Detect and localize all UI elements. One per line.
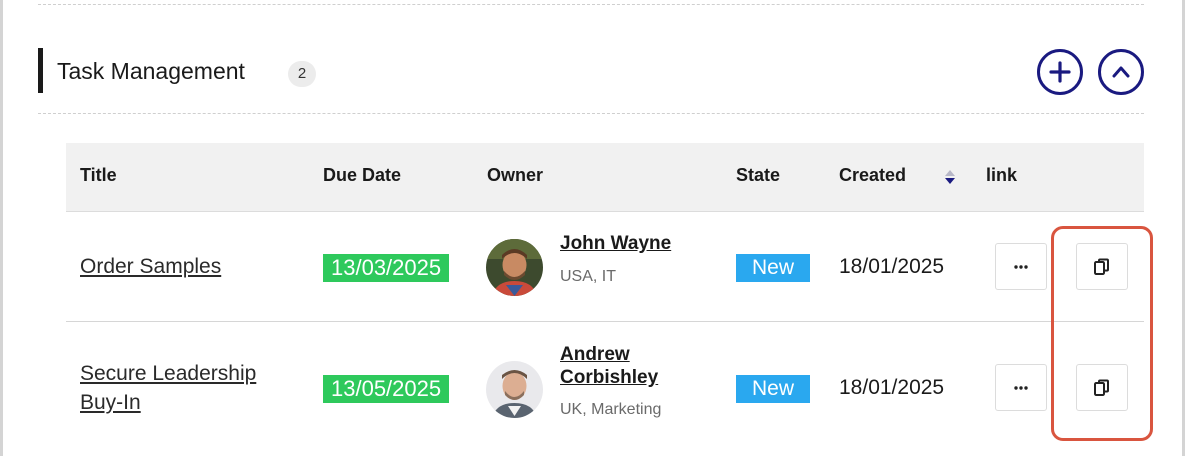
column-header-state[interactable]: State: [736, 165, 780, 186]
table-row: Secure Leadership Buy-In 13/05/2025 Andr…: [66, 323, 1144, 456]
task-title-line: Secure Leadership: [80, 362, 257, 385]
owner-name-line: Andrew: [560, 344, 630, 365]
copy-column-highlight: [1051, 226, 1153, 441]
task-count-badge: 2: [288, 61, 316, 87]
table-row: Order Samples 13/03/2025 John Wayne USA,…: [66, 212, 1144, 322]
task-title-link[interactable]: Secure Leadership Buy-In: [80, 359, 256, 417]
task-management-panel: Task Management 2 Title Due Date Owner S…: [0, 0, 1185, 456]
column-header-created[interactable]: Created: [839, 165, 906, 186]
header-divider: [38, 113, 1144, 114]
sort-icon[interactable]: [943, 168, 957, 186]
task-title-line: Order Samples: [80, 255, 222, 278]
column-header-link: link: [986, 165, 1018, 185]
top-divider: [38, 4, 1144, 5]
owner-avatar: [486, 239, 543, 296]
owner-name-link[interactable]: Andrew Corbishley: [560, 343, 658, 389]
owner-location-department: USA, IT: [560, 268, 617, 285]
column-header-due-date[interactable]: Due Date: [323, 165, 401, 186]
owner-name-link[interactable]: John Wayne: [560, 232, 671, 255]
more-actions-button[interactable]: [995, 243, 1047, 290]
ellipsis-icon: [1014, 264, 1028, 269]
plus-icon: [1049, 61, 1071, 83]
due-date-badge: 13/03/2025: [323, 254, 450, 282]
due-date-badge: 13/05/2025: [323, 375, 450, 403]
chevron-up-icon: [1112, 66, 1130, 78]
table-header: Title Due Date Owner State Created link: [66, 143, 1144, 212]
owner-name-line: John Wayne: [560, 233, 672, 254]
column-header-title[interactable]: Title: [80, 165, 117, 186]
task-title-link[interactable]: Order Samples: [80, 252, 221, 281]
state-badge: New: [736, 375, 810, 403]
state-badge: New: [736, 254, 810, 282]
collapse-section-button[interactable]: [1098, 49, 1144, 95]
owner-location-department: UK, Marketing: [560, 401, 662, 418]
owner-avatar: [486, 361, 543, 418]
created-date: 18/01/2025: [839, 376, 945, 399]
task-title-line: Buy-In: [80, 391, 141, 414]
section-title: Task Management: [57, 58, 245, 84]
ellipsis-icon: [1014, 385, 1028, 390]
add-task-button[interactable]: [1037, 49, 1083, 95]
section-title-accent: [38, 48, 43, 93]
column-header-owner[interactable]: Owner: [487, 165, 543, 186]
created-date: 18/01/2025: [839, 255, 945, 278]
owner-name-line: Corbishley: [560, 367, 659, 388]
more-actions-button[interactable]: [995, 364, 1047, 411]
